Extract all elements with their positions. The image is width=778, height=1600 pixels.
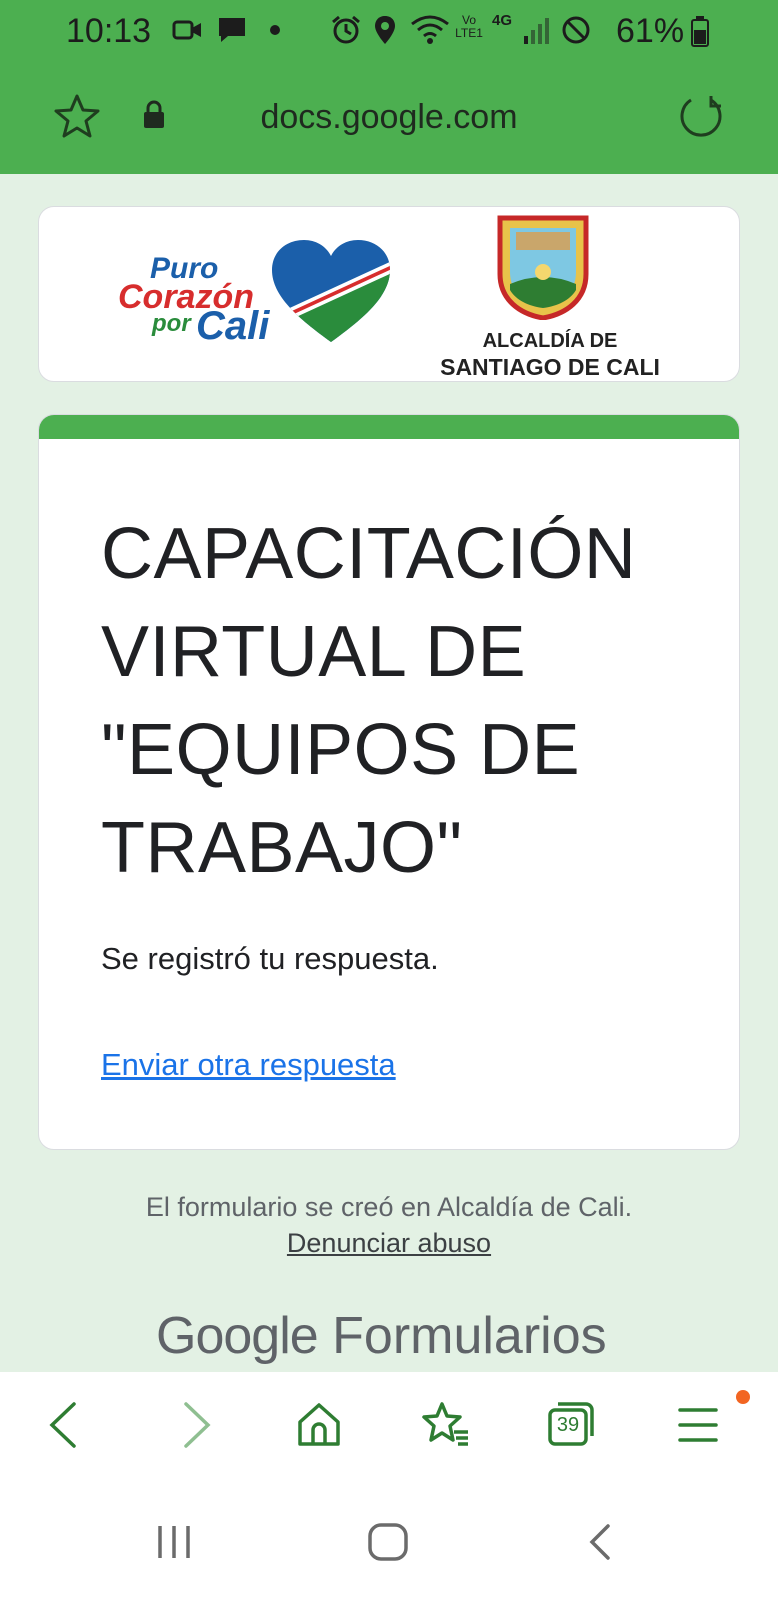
browser-bottom-nav: 39 bbox=[0, 1372, 778, 1600]
location-icon bbox=[375, 16, 395, 44]
url-bar[interactable]: docs.google.com bbox=[0, 62, 778, 174]
browser-top-bar: 10:13 Vo LTE1 4G 61% docs.google.com bbox=[0, 0, 778, 174]
system-home-icon[interactable] bbox=[366, 1522, 410, 1562]
network-type-badge: 4G bbox=[492, 12, 513, 29]
form-origin-note: El formulario se creó en Alcaldía de Cal… bbox=[145, 1192, 633, 1222]
volte-badge: Vo LTE1 bbox=[455, 13, 483, 40]
forward-arrow-icon[interactable] bbox=[176, 1400, 216, 1450]
video-call-icon bbox=[172, 20, 201, 40]
back-arrow-icon[interactable] bbox=[44, 1400, 84, 1450]
form-confirmation-card: CAPACITACIÓN VIRTUAL DE "EQUIPOS DE TRAB… bbox=[38, 414, 740, 1150]
form-title: CAPACITACIÓN VIRTUAL DE "EQUIPOS DE TRAB… bbox=[101, 514, 637, 888]
battery-icon bbox=[691, 16, 709, 47]
report-abuse-link[interactable]: Denunciar abuso bbox=[0, 1228, 778, 1259]
message-icon bbox=[219, 18, 245, 42]
menu-icon[interactable] bbox=[676, 1400, 720, 1450]
wifi-icon bbox=[411, 15, 449, 44]
forms-wordmark: Formularios bbox=[332, 1307, 607, 1365]
do-not-disturb-icon bbox=[562, 16, 590, 44]
status-bar: 10:13 Vo LTE1 4G 61% bbox=[0, 0, 778, 62]
menu-notification-dot bbox=[736, 1390, 750, 1404]
reload-icon[interactable] bbox=[676, 92, 726, 142]
org-name-line1: ALCALDÍA DE bbox=[482, 330, 618, 352]
org-name-line2: SANTIAGO DE CALI bbox=[440, 354, 660, 380]
submit-another-link[interactable]: Enviar otra respuesta bbox=[101, 1047, 396, 1083]
battery-percent: 61% bbox=[616, 12, 685, 50]
confirmation-message: Se registró tu respuesta. bbox=[101, 941, 439, 976]
alarm-icon bbox=[332, 15, 360, 44]
heart-logo-icon bbox=[272, 240, 390, 342]
card-accent-bar bbox=[39, 415, 739, 439]
city-crest-logo bbox=[497, 215, 589, 320]
recent-apps-icon[interactable] bbox=[154, 1522, 194, 1562]
google-forms-brand[interactable]: Google Formularios bbox=[156, 1306, 607, 1366]
tabs-count: 39 bbox=[556, 1414, 580, 1436]
status-time: 10:13 bbox=[66, 12, 152, 50]
tabs-button[interactable]: 39 bbox=[546, 1398, 596, 1450]
home-icon[interactable] bbox=[296, 1400, 342, 1450]
google-wordmark: Google bbox=[156, 1307, 319, 1365]
notification-dot-icon bbox=[270, 25, 280, 35]
url-text[interactable]: docs.google.com bbox=[0, 98, 778, 137]
campaign-logo-text: Cali bbox=[196, 304, 270, 348]
bookmarks-icon[interactable] bbox=[420, 1400, 472, 1450]
campaign-logo-text: por bbox=[152, 310, 191, 337]
signal-icon bbox=[524, 18, 549, 44]
system-back-icon[interactable] bbox=[586, 1522, 616, 1562]
